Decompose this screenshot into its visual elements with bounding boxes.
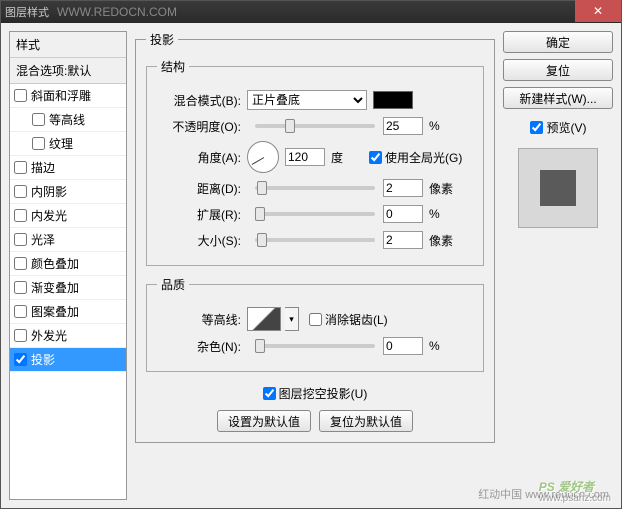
layer-style-dialog: 图层样式 WWW.REDOCN.COM ✕ 样式 混合选项:默认 斜面和浮雕等高… (0, 0, 622, 509)
size-label: 大小(S): (157, 232, 247, 249)
style-item-2[interactable]: 纹理 (10, 132, 126, 156)
styles-list: 样式 混合选项:默认 斜面和浮雕等高线纹理描边内阴影内发光光泽颜色叠加渐变叠加图… (9, 31, 127, 500)
style-item-checkbox[interactable] (32, 113, 45, 126)
opacity-input[interactable] (383, 117, 423, 135)
blend-options-item[interactable]: 混合选项:默认 (10, 58, 126, 84)
distance-label: 距离(D): (157, 180, 247, 197)
spread-label: 扩展(R): (157, 206, 247, 223)
angle-label: 角度(A): (157, 149, 247, 166)
noise-label: 杂色(N): (157, 338, 247, 355)
style-item-0[interactable]: 斜面和浮雕 (10, 84, 126, 108)
ps-watermark: PS 爱好者 www.psahz.com (539, 471, 611, 504)
style-item-checkbox[interactable] (14, 353, 27, 366)
style-item-5[interactable]: 内发光 (10, 204, 126, 228)
angle-unit: 度 (331, 149, 361, 166)
style-item-checkbox[interactable] (14, 281, 27, 294)
distance-input[interactable] (383, 179, 423, 197)
window-title: 图层样式 (5, 4, 49, 20)
style-item-4[interactable]: 内阴影 (10, 180, 126, 204)
contour-picker[interactable] (247, 307, 281, 331)
preview-checkbox[interactable]: 预览(V) (503, 119, 613, 136)
angle-input[interactable] (285, 148, 325, 166)
style-item-label: 光泽 (31, 231, 55, 248)
style-item-6[interactable]: 光泽 (10, 228, 126, 252)
style-item-checkbox[interactable] (32, 137, 45, 150)
style-item-7[interactable]: 颜色叠加 (10, 252, 126, 276)
contour-dropdown-icon[interactable]: ▾ (285, 307, 299, 331)
angle-dial[interactable] (247, 141, 279, 173)
style-item-label: 图案叠加 (31, 303, 79, 320)
global-light-checkbox[interactable]: 使用全局光(G) (369, 149, 462, 166)
blend-mode-label: 混合模式(B): (157, 92, 247, 109)
opacity-slider[interactable] (255, 124, 375, 128)
spread-unit: % (429, 207, 459, 221)
style-item-checkbox[interactable] (14, 185, 27, 198)
style-item-1[interactable]: 等高线 (10, 108, 126, 132)
size-input[interactable] (383, 231, 423, 249)
size-slider[interactable] (255, 238, 375, 242)
make-default-button[interactable]: 设置为默认值 (217, 410, 311, 432)
main-legend: 投影 (146, 31, 178, 48)
style-item-label: 颜色叠加 (31, 255, 79, 272)
style-item-10[interactable]: 外发光 (10, 324, 126, 348)
style-item-9[interactable]: 图案叠加 (10, 300, 126, 324)
antialias-checkbox[interactable]: 消除锯齿(L) (309, 311, 388, 328)
style-item-label: 投影 (31, 351, 55, 368)
dialog-body: 样式 混合选项:默认 斜面和浮雕等高线纹理描边内阴影内发光光泽颜色叠加渐变叠加图… (1, 23, 621, 508)
style-item-label: 等高线 (49, 111, 85, 128)
style-item-checkbox[interactable] (14, 305, 27, 318)
preview-box (518, 148, 598, 228)
style-item-checkbox[interactable] (14, 257, 27, 270)
opacity-unit: % (429, 119, 459, 133)
distance-unit: 像素 (429, 180, 459, 197)
style-item-label: 渐变叠加 (31, 279, 79, 296)
spread-slider[interactable] (255, 212, 375, 216)
right-panel: 确定 复位 新建样式(W)... 预览(V) (503, 31, 613, 500)
titlebar: 图层样式 WWW.REDOCN.COM ✕ (1, 1, 621, 23)
style-item-label: 内发光 (31, 207, 67, 224)
styles-header[interactable]: 样式 (10, 32, 126, 58)
style-item-label: 描边 (31, 159, 55, 176)
opacity-label: 不透明度(O): (157, 118, 247, 135)
style-item-checkbox[interactable] (14, 209, 27, 222)
close-icon: ✕ (593, 4, 603, 18)
noise-input[interactable] (383, 337, 423, 355)
style-item-8[interactable]: 渐变叠加 (10, 276, 126, 300)
contour-label: 等高线: (157, 311, 247, 328)
style-item-checkbox[interactable] (14, 233, 27, 246)
structure-legend: 结构 (157, 58, 189, 75)
style-item-label: 内阴影 (31, 183, 67, 200)
style-item-label: 斜面和浮雕 (31, 87, 91, 104)
blend-mode-select[interactable]: 正片叠底 (247, 90, 367, 110)
center-panel: 投影 结构 混合模式(B): 正片叠底 不透明度(O): % (135, 31, 495, 500)
preview-swatch (540, 170, 576, 206)
shadow-color-swatch[interactable] (373, 91, 413, 109)
cancel-button[interactable]: 复位 (503, 59, 613, 81)
style-item-checkbox[interactable] (14, 329, 27, 342)
quality-fieldset: 品质 等高线: ▾ 消除锯齿(L) 杂色(N): (146, 276, 484, 372)
title-watermark: WWW.REDOCN.COM (57, 5, 177, 19)
size-unit: 像素 (429, 232, 459, 249)
ok-button[interactable]: 确定 (503, 31, 613, 53)
style-item-label: 纹理 (49, 135, 73, 152)
main-fieldset: 投影 结构 混合模式(B): 正片叠底 不透明度(O): % (135, 31, 495, 443)
close-button[interactable]: ✕ (575, 0, 621, 22)
knockout-checkbox[interactable]: 图层挖空投影(U) (263, 385, 368, 402)
style-item-checkbox[interactable] (14, 89, 27, 102)
quality-legend: 品质 (157, 276, 189, 293)
noise-slider[interactable] (255, 344, 375, 348)
new-style-button[interactable]: 新建样式(W)... (503, 87, 613, 109)
spread-input[interactable] (383, 205, 423, 223)
style-item-11[interactable]: 投影 (10, 348, 126, 372)
noise-unit: % (429, 339, 459, 353)
reset-default-button[interactable]: 复位为默认值 (319, 410, 413, 432)
style-item-3[interactable]: 描边 (10, 156, 126, 180)
distance-slider[interactable] (255, 186, 375, 190)
style-item-checkbox[interactable] (14, 161, 27, 174)
style-item-label: 外发光 (31, 327, 67, 344)
structure-fieldset: 结构 混合模式(B): 正片叠底 不透明度(O): % 角度(A): (146, 58, 484, 266)
